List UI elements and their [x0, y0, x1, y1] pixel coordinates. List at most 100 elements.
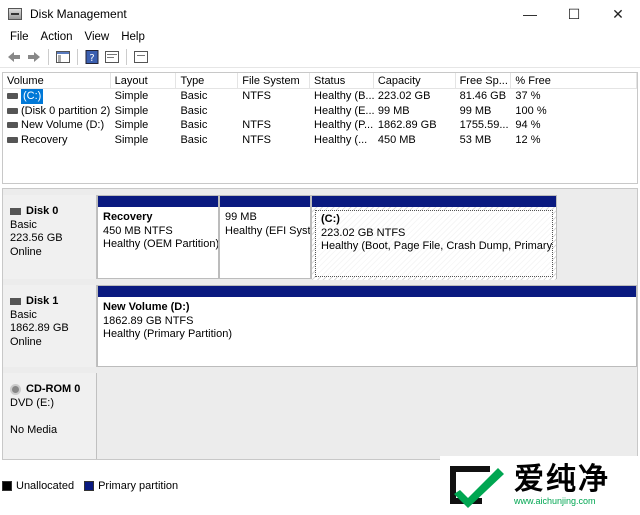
partition-name: Recovery	[103, 211, 153, 223]
table-row[interactable]: New Volume (D:) Simple Basic NTFS Health…	[3, 118, 637, 133]
drive-icon	[7, 107, 18, 114]
disk-media: No Media	[10, 424, 58, 436]
table-row[interactable]: Recovery Simple Basic NTFS Healthy (... …	[3, 133, 637, 148]
volume-capacity: 450 MB	[377, 133, 416, 146]
forward-button[interactable]	[24, 48, 44, 66]
primary-partition-bar	[220, 196, 310, 207]
disk-1-row: Disk 1 Basic 1862.89 GB Online New Volum…	[3, 285, 639, 367]
volume-free-space: 81.46 GB	[459, 90, 507, 102]
toolbar-separator	[77, 48, 78, 65]
column-header-type[interactable]: Type	[176, 73, 239, 88]
disk-1-label[interactable]: Disk 1 Basic 1862.89 GB Online	[3, 285, 97, 367]
back-button[interactable]	[4, 48, 24, 66]
column-header-layout[interactable]: Layout	[111, 73, 177, 88]
drive-icon	[7, 136, 18, 143]
disk-icon	[10, 298, 21, 306]
table-row[interactable]: (Disk 0 partition 2) Simple Basic Health…	[3, 104, 637, 119]
volume-type: Basic	[180, 104, 208, 117]
title-bar: Disk Management — ☐ ✕	[0, 0, 640, 28]
column-header-free-space[interactable]: Free Sp...	[456, 73, 512, 88]
primary-partition-bar	[98, 196, 218, 207]
volume-percent-free: 94 %	[515, 119, 541, 131]
volume-list: Volume Layout Type File System Status Ca…	[2, 72, 638, 184]
partition-name: New Volume (D:)	[103, 301, 190, 313]
primary-partition-swatch	[84, 481, 95, 491]
help-icon: ?	[85, 49, 99, 64]
watermark: 爱纯净 www.aichunjing.com	[440, 456, 638, 514]
cdrom-0-row: CD-ROM 0 DVD (E:) No Media	[3, 373, 639, 459]
partition-d[interactable]: New Volume (D:) 1862.89 GB NTFS Healthy …	[97, 285, 637, 367]
menu-action[interactable]: Action	[35, 31, 79, 43]
cdrom-0-label[interactable]: CD-ROM 0 DVD (E:) No Media	[3, 373, 97, 459]
window-view-icon	[134, 50, 148, 63]
disk-icon	[10, 208, 21, 216]
disk-status: Online	[10, 335, 42, 348]
unallocated-swatch	[2, 481, 12, 491]
disk-0-row: Disk 0 Basic 223.56 GB Online Recovery 4…	[3, 195, 639, 280]
minimize-button[interactable]: —	[508, 0, 552, 28]
volume-name: New Volume (D:)	[21, 119, 105, 131]
volume-percent-free: 37 %	[515, 90, 541, 102]
primary-partition-bar	[98, 286, 636, 297]
partition-size: 1862.89 GB NTFS	[103, 314, 194, 327]
volume-capacity: 1862.89 GB	[377, 119, 437, 131]
back-arrow-icon	[8, 51, 20, 62]
menu-view[interactable]: View	[79, 31, 116, 43]
volume-type: Basic	[180, 119, 208, 131]
menu-file[interactable]: File	[4, 31, 35, 43]
disk-0-label[interactable]: Disk 0 Basic 223.56 GB Online	[3, 195, 97, 279]
volume-file-system: NTFS	[242, 119, 271, 131]
disk-type: Basic	[10, 308, 37, 321]
column-header-status[interactable]: Status	[310, 73, 374, 88]
volume-file-system: NTFS	[242, 90, 271, 102]
aichunjing-logo-icon	[450, 466, 504, 508]
watermark-url: www.aichunjing.com	[514, 496, 596, 506]
window-controls: — ☐ ✕	[508, 0, 640, 28]
primary-partition-bar	[312, 196, 556, 207]
partition-c[interactable]: (C:) 223.02 GB NTFS Healthy (Boot, Page …	[311, 195, 557, 280]
help-button[interactable]: ?	[82, 48, 102, 66]
column-header-volume[interactable]: Volume	[3, 73, 111, 88]
volume-status: Healthy (B...	[314, 90, 374, 102]
volume-free-space: 1755.59...	[459, 119, 509, 131]
legend-unallocated: Unallocated	[16, 480, 75, 492]
menu-help[interactable]: Help	[115, 31, 151, 43]
partition-status: Healthy (Primary Partition)	[103, 328, 232, 340]
volume-type: Basic	[180, 90, 208, 102]
drive-icon	[7, 122, 18, 129]
volume-percent-free: 12 %	[515, 133, 541, 146]
column-header-file-system[interactable]: File System	[238, 73, 311, 88]
properties-icon	[105, 50, 119, 63]
drive-icon	[7, 93, 18, 100]
table-row[interactable]: (C:) Simple Basic NTFS Healthy (B... 223…	[3, 89, 637, 104]
column-header-percent-free[interactable]: % Free	[511, 73, 637, 88]
partition-size: 223.02 GB NTFS	[321, 226, 406, 239]
volume-layout: Simple	[114, 119, 149, 131]
toolbar-separator	[126, 48, 127, 65]
volume-free-space: 99 MB	[459, 104, 492, 117]
partition-recovery[interactable]: Recovery 450 MB NTFS Healthy (OEM Partit…	[97, 195, 219, 279]
properties-button[interactable]	[102, 48, 122, 66]
disk-size: 1862.89 GB	[10, 322, 69, 334]
column-header-capacity[interactable]: Capacity	[374, 73, 456, 88]
disk-name: Disk 1	[26, 295, 59, 307]
disk-name: CD-ROM 0	[26, 383, 81, 395]
volume-list-header: Volume Layout Type File System Status Ca…	[3, 73, 637, 89]
legend-primary-partition: Primary partition	[98, 480, 179, 492]
show-hide-console-tree-button[interactable]	[53, 48, 73, 66]
volume-layout: Simple	[114, 133, 149, 146]
volume-status: Healthy (P...	[314, 119, 374, 131]
legend: Unallocated Primary partition	[2, 478, 188, 494]
volume-capacity: 99 MB	[377, 104, 410, 117]
close-button[interactable]: ✕	[596, 0, 640, 28]
volume-name[interactable]: (C:)	[21, 89, 44, 104]
volume-file-system	[238, 104, 310, 119]
disk-name: Disk 0	[26, 205, 59, 217]
partition-efi[interactable]: 99 MB Healthy (EFI Syste	[219, 195, 311, 279]
maximize-button[interactable]: ☐	[552, 0, 596, 28]
disk-size: 223.56 GB	[10, 232, 63, 244]
toolbar-separator	[48, 48, 49, 65]
window-title: Disk Management	[30, 7, 127, 21]
console-view-button[interactable]	[131, 48, 151, 66]
forward-arrow-icon	[28, 51, 40, 62]
